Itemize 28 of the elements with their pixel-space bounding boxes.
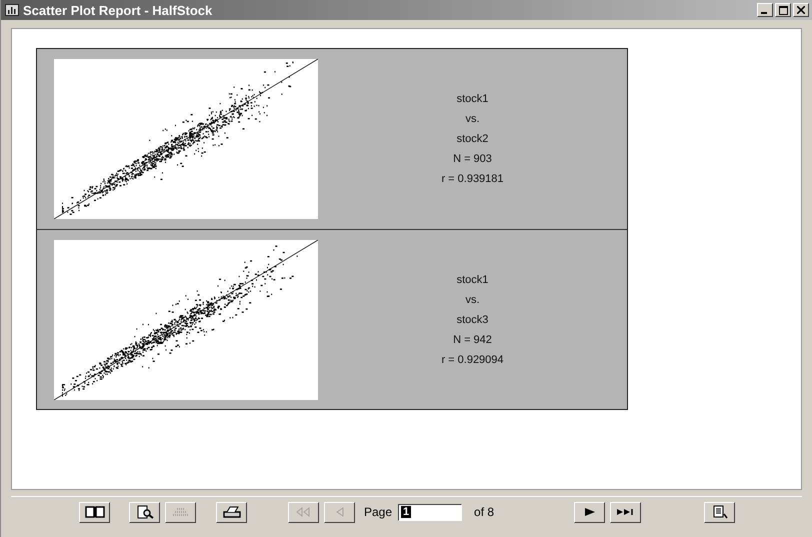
plot-label: N = 942 (453, 334, 492, 346)
close-button[interactable] (793, 3, 809, 17)
maximize-button[interactable] (775, 3, 791, 17)
plot-label: r = 0.939181 (441, 173, 504, 185)
page-label: Page (364, 505, 392, 519)
print-button[interactable] (216, 502, 247, 522)
maximize-icon (778, 6, 788, 14)
plot-label: stock3 (456, 314, 488, 326)
page-count: of 8 (474, 505, 494, 519)
book-icon (84, 505, 106, 519)
last-page-button[interactable] (610, 502, 642, 522)
printer-icon (220, 505, 242, 519)
minimize-button[interactable] (757, 3, 773, 17)
book-button[interactable] (79, 502, 110, 522)
plot-label: stock1 (456, 93, 488, 105)
close-icon (797, 6, 805, 14)
plot-label: stock2 (456, 133, 488, 145)
chart-icon (5, 4, 19, 16)
plot-label: stock1 (456, 274, 488, 286)
plot-label: vs. (465, 113, 480, 125)
export-button[interactable] (704, 502, 736, 522)
window-title: Scatter Plot Report - HalfStock (23, 2, 214, 18)
preview-button[interactable] (129, 502, 160, 522)
next-page-button[interactable] (574, 502, 606, 522)
page-field[interactable]: 1 (398, 504, 462, 520)
plot-label: r = 0.929094 (441, 354, 504, 366)
plot-label: vs. (465, 294, 480, 306)
plot-label: N = 903 (453, 153, 492, 165)
